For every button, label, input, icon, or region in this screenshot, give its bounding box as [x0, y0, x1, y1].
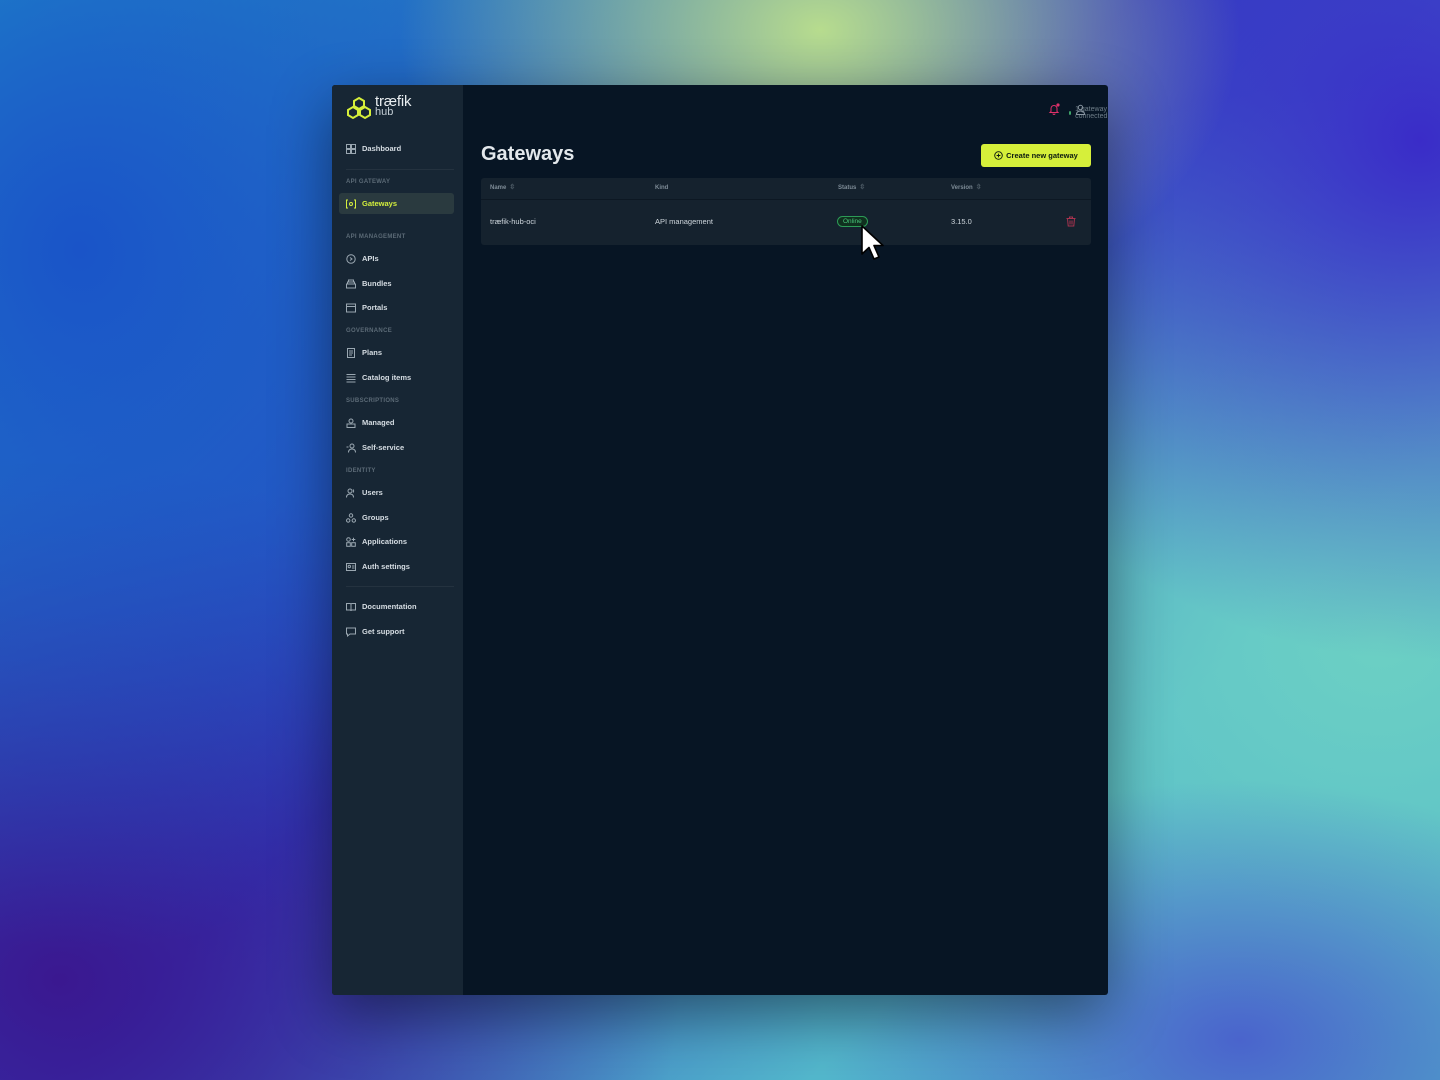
sidebar-item-label: Users — [362, 488, 383, 497]
sidebar-divider — [346, 169, 454, 170]
sidebar-item-gateways[interactable]: Gateways — [339, 193, 454, 214]
sidebar-item-label: Dashboard — [362, 144, 402, 153]
user-icon[interactable] — [1075, 104, 1086, 115]
table-header: Name ⇳ Kind Status ⇳ Version ⇳ — [481, 178, 1091, 200]
create-new-gateway-button[interactable]: Create new gateway — [981, 144, 1091, 167]
gateway-version: 3.15.0 — [951, 217, 972, 226]
sidebar-item-groups[interactable]: Groups — [339, 507, 454, 528]
managed-icon — [346, 418, 356, 428]
column-header-version[interactable]: Version ⇳ — [951, 184, 982, 191]
sidebar-item-label: Self-service — [362, 443, 405, 452]
portals-icon — [346, 303, 356, 313]
gateways-table: Name ⇳ Kind Status ⇳ Version ⇳ træfik-hub-o… — [481, 178, 1091, 245]
page-title: Gateways — [481, 143, 575, 165]
table-row[interactable]: træfik-hub-oci API management Online 3.1… — [481, 200, 1091, 244]
app-window: træfik hub Dashboard API GATEWAY Gateway… — [332, 85, 1108, 995]
sidebar-item-self-service[interactable]: Self-service — [339, 437, 454, 458]
gateway-name[interactable]: træfik-hub-oci — [490, 217, 536, 226]
sidebar-item-apis[interactable]: APIs — [339, 248, 454, 269]
sort-icon: ⇳ — [509, 184, 516, 191]
sidebar-item-label: Portals — [362, 303, 388, 312]
sidebar-item-label: Auth settings — [362, 562, 410, 571]
self-service-icon — [346, 443, 356, 453]
book-icon — [346, 602, 356, 612]
status-dot-icon — [1069, 111, 1072, 115]
applications-icon — [346, 536, 356, 547]
sidebar-item-get-support[interactable]: Get support — [339, 621, 454, 642]
sidebar-item-label: Applications — [362, 537, 408, 546]
column-header-kind: Kind — [655, 185, 668, 191]
groups-icon — [346, 512, 356, 523]
sidebar-item-catalog-items[interactable]: Catalog items — [339, 367, 454, 388]
section-label-governance: GOVERNANCE — [346, 328, 393, 334]
sidebar-item-plans[interactable]: Plans — [339, 342, 454, 363]
section-label-api-management: API MANAGEMENT — [346, 234, 406, 240]
section-label-api-gateway: API GATEWAY — [346, 179, 391, 185]
plus-circle-icon — [994, 151, 1003, 160]
sidebar-item-label: Plans — [362, 348, 383, 357]
bundles-icon — [346, 279, 356, 289]
sidebar-item-label: Managed — [362, 418, 395, 427]
trash-icon[interactable] — [1066, 216, 1076, 227]
sidebar-item-label: Documentation — [362, 602, 417, 611]
section-label-identity: IDENTITY — [346, 468, 376, 474]
catalog-icon — [346, 373, 356, 383]
column-label: Status — [838, 185, 857, 191]
gateway-kind: API management — [655, 217, 713, 226]
dashboard-icon — [346, 143, 356, 154]
column-label: Version — [951, 185, 973, 191]
sidebar: træfik hub Dashboard API GATEWAY Gateway… — [332, 85, 463, 995]
apis-icon — [346, 253, 356, 264]
sidebar-item-label: Get support — [362, 627, 405, 636]
sidebar-item-auth-settings[interactable]: Auth settings — [339, 556, 454, 577]
chat-icon — [346, 627, 356, 637]
column-header-status[interactable]: Status ⇳ — [838, 184, 866, 191]
sidebar-item-bundles[interactable]: Bundles — [339, 273, 454, 294]
column-label: Name — [490, 185, 507, 191]
mouse-cursor-icon — [861, 225, 884, 260]
section-label-subscriptions: SUBSCRIPTIONS — [346, 398, 400, 404]
plans-icon — [346, 347, 356, 358]
column-header-name[interactable]: Name ⇳ — [490, 184, 516, 191]
sidebar-item-label: Bundles — [362, 279, 392, 288]
sidebar-item-dashboard[interactable]: Dashboard — [339, 138, 454, 159]
sidebar-item-applications[interactable]: Applications — [339, 531, 454, 552]
hex-logo-icon — [347, 96, 371, 120]
auth-settings-icon — [346, 562, 356, 572]
bell-icon[interactable] — [1048, 103, 1060, 115]
sidebar-item-label: APIs — [362, 254, 379, 263]
sidebar-item-users[interactable]: Users — [339, 482, 454, 503]
sidebar-divider — [346, 586, 454, 587]
sidebar-item-managed[interactable]: Managed — [339, 412, 454, 433]
sort-icon: ⇳ — [975, 184, 982, 191]
sidebar-item-label: Gateways — [362, 199, 398, 208]
gateway-icon — [346, 199, 356, 209]
main-content: 1 gateway connected Gateways Create new … — [463, 85, 1108, 995]
sidebar-item-label: Catalog items — [362, 373, 412, 382]
traefik-hub-logo[interactable]: træfik hub — [346, 94, 412, 120]
sidebar-item-documentation[interactable]: Documentation — [339, 596, 454, 617]
column-label: Kind — [655, 185, 669, 191]
users-icon — [346, 488, 356, 498]
sidebar-item-portals[interactable]: Portals — [339, 297, 454, 318]
create-button-label: Create new gateway — [1006, 151, 1078, 160]
sort-icon: ⇳ — [859, 184, 866, 191]
sidebar-item-label: Groups — [362, 513, 389, 522]
